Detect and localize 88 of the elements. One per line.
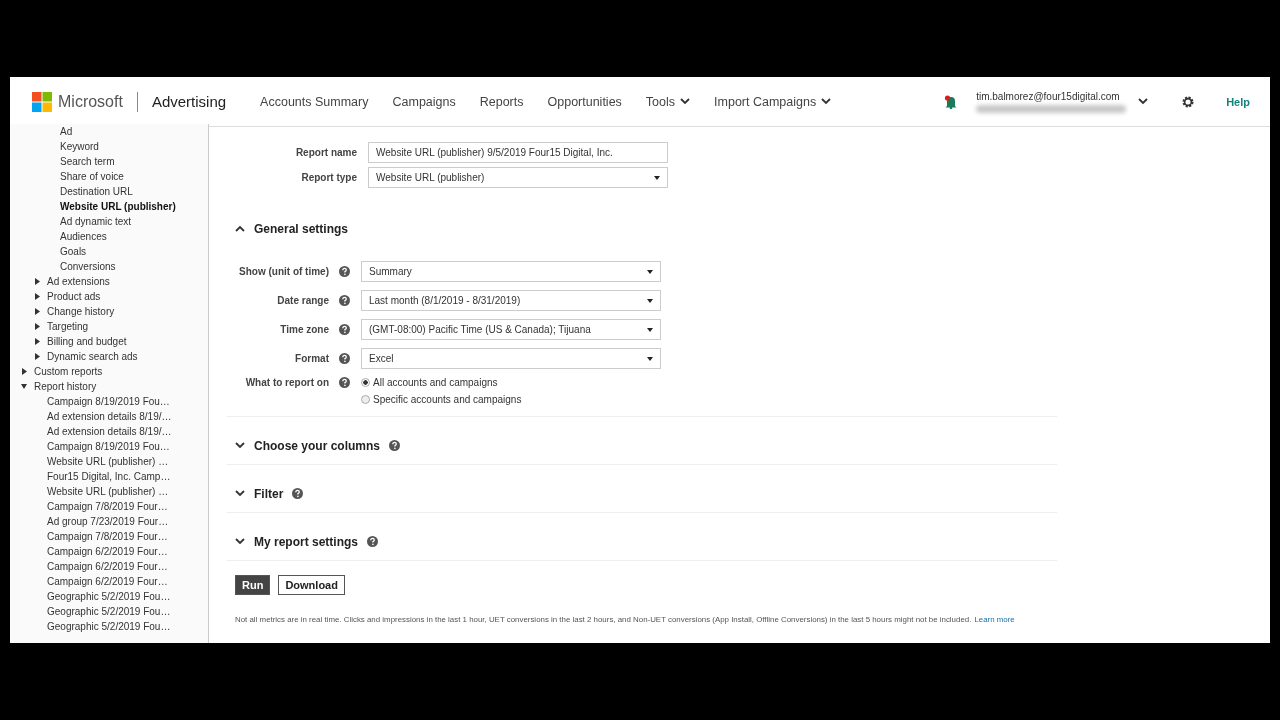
sidebar-item[interactable]: Audiences [60,231,107,242]
account-menu-chevron-icon[interactable] [1138,98,1149,105]
sidebar-item[interactable]: Ad [60,126,73,137]
radio-label[interactable]: All accounts and campaigns [373,377,498,388]
sidebar-item[interactable]: Product ads [47,291,101,302]
chevron-down-icon[interactable] [235,490,245,497]
brand-name: Microsoft [58,91,138,112]
sidebar-item[interactable]: Change history [47,306,115,317]
nav-link[interactable]: Campaigns [392,94,456,109]
collapsed-triangle-icon[interactable] [34,293,40,300]
sidebar-item[interactable]: Campaign 6/2/2019 Four… [47,576,168,587]
dropdown-arrow-icon [647,327,653,332]
sidebar-item[interactable]: Share of voice [60,171,124,182]
dropdown-arrow-icon [654,175,660,180]
section-title[interactable]: General settings [254,221,349,236]
sidebar-item[interactable]: Search term [60,156,115,167]
help-link[interactable]: Help [1226,95,1250,108]
sidebar-item[interactable]: Billing and budget [47,336,127,347]
collapsed-triangle-icon[interactable] [34,338,40,345]
sidebar-item[interactable]: Geographic 5/2/2019 Fou… [47,591,171,602]
run-button[interactable]: Run [235,575,271,595]
sidebar-item[interactable]: Ad extension details 8/19/… [47,426,172,437]
section-title[interactable]: My report settings [254,534,358,549]
collapsed-triangle-icon[interactable] [34,353,40,360]
radio-label[interactable]: Specific accounts and campaigns [373,394,522,405]
sidebar-item[interactable]: Geographic 5/2/2019 Fou… [47,606,171,617]
field-label: Time zone [280,324,329,335]
dropdown[interactable]: Excel [361,348,661,369]
sidebar-item[interactable]: Geographic 5/2/2019 Fou… [47,621,171,632]
sidebar-item[interactable]: Campaign 7/8/2019 Four… [47,501,168,512]
section-title[interactable]: Choose your columns [254,438,381,453]
sidebar-item[interactable]: Ad dynamic text [60,216,132,227]
collapsed-triangle-icon[interactable] [34,278,40,285]
sidebar-item[interactable]: Campaign 8/19/2019 Fou… [47,396,170,407]
sidebar-item[interactable]: Custom reports [34,366,103,377]
download-button[interactable]: Download [278,575,345,595]
sidebar-item[interactable]: Keyword [60,141,99,152]
field-label: What to report on [245,377,329,388]
product-name: Advertising [151,93,227,110]
sidebar-item[interactable]: Ad group 7/23/2019 Four… [47,516,169,527]
field-label: Report type [301,172,357,183]
dropdown-arrow-icon [647,356,653,361]
dropdown-arrow-icon [647,298,653,303]
settings-icon[interactable] [1182,95,1195,108]
sidebar-item[interactable]: Destination URL [60,186,133,197]
field-label: Report name [295,147,357,158]
chevron-down-icon[interactable] [235,538,245,545]
bell-icon[interactable] [944,94,959,109]
sidebar-item[interactable]: Ad extensions [47,276,110,287]
sidebar-item[interactable]: Website URL (publisher) [60,201,176,212]
sidebar-item[interactable]: Website URL (publisher) … [47,486,169,497]
collapsed-triangle-icon[interactable] [34,308,40,315]
sidebar-item[interactable]: Campaign 8/19/2019 Fou… [47,441,170,452]
nav-link[interactable]: Import Campaigns [714,94,832,109]
sidebar-item[interactable]: Website URL (publisher) … [47,456,169,467]
user-email: tim.balmorez@four15digital.com [976,90,1121,102]
dropdown[interactable]: Last month (8/1/2019 - 8/31/2019) [361,290,661,311]
text-field[interactable]: Website URL (publisher) 9/5/2019 Four15 Digital, Inc. [368,142,668,163]
radio-button[interactable] [361,395,370,404]
sidebar-item[interactable]: Conversions [60,261,116,272]
sidebar-item[interactable]: Campaign 6/2/2019 Four… [47,561,168,572]
dropdown[interactable]: (GMT-08:00) Pacific Time (US & Canada); Tijuana [361,319,661,340]
collapsed-triangle-icon[interactable] [34,323,40,330]
nav-link[interactable]: Tools [645,94,691,109]
collapsed-triangle-icon[interactable] [21,368,27,375]
field-label: Format [295,353,329,364]
chevron-up-icon[interactable] [235,225,245,232]
sidebar-item[interactable]: Campaign 6/2/2019 Four… [47,546,168,557]
expanded-triangle-icon[interactable] [21,383,27,390]
dropdown[interactable]: Website URL (publisher) [368,167,668,188]
nav-link[interactable]: Reports [479,94,524,109]
field-label: Date range [277,295,329,306]
sidebar-item[interactable]: Dynamic search ads [47,351,138,362]
dropdown[interactable]: Summary [361,261,661,282]
logo-icon [32,91,52,112]
sidebar-item[interactable]: Campaign 7/8/2019 Four… [47,531,168,542]
sidebar-item[interactable]: Ad extension details 8/19/… [47,411,172,422]
sidebar-item[interactable]: Report history [34,381,97,392]
sidebar-item[interactable]: Four15 Digital, Inc. Camp… [47,471,171,482]
chevron-down-icon[interactable] [235,442,245,449]
nav-link[interactable]: Accounts Summary [260,94,369,109]
sidebar-item[interactable]: Goals [60,246,87,257]
field-label: Show (unit of time) [239,266,329,277]
radio-button[interactable] [361,378,370,387]
section-title[interactable]: Filter [254,486,284,501]
sidebar-item[interactable]: Targeting [47,321,89,332]
dropdown-arrow-icon [647,269,653,274]
nav-link[interactable]: Opportunities [547,94,622,109]
